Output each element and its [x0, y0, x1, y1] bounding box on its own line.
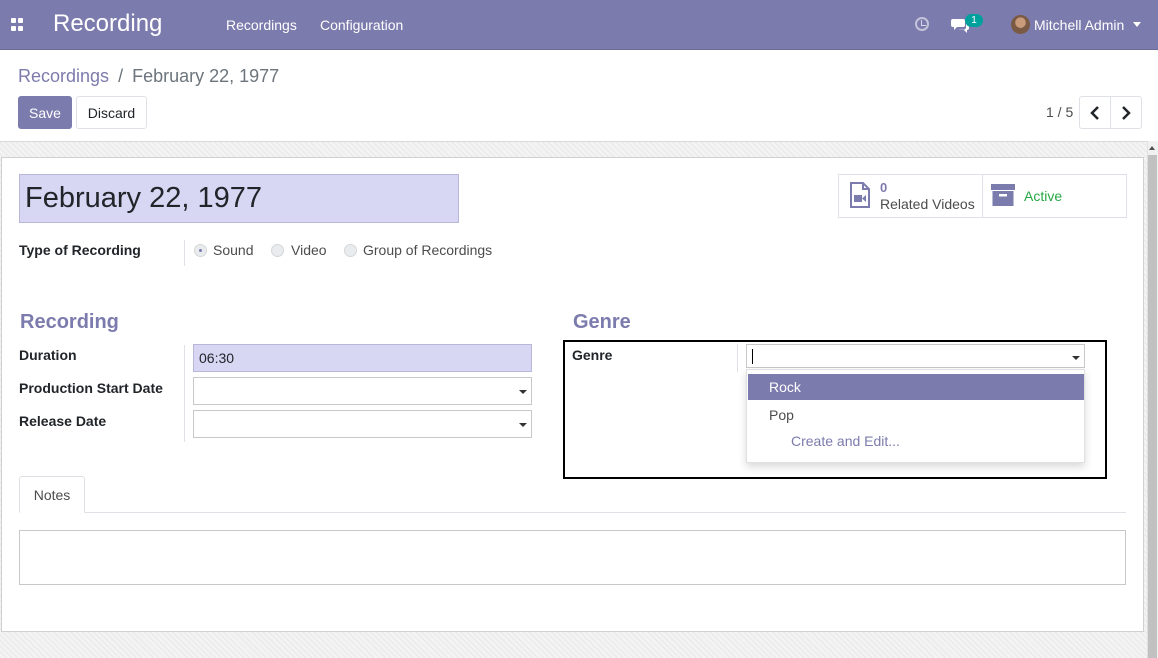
production-start-date-input[interactable]	[193, 377, 532, 405]
recording-section-title: Recording	[20, 311, 119, 333]
pager-next-button[interactable]	[1110, 96, 1142, 129]
text-cursor	[752, 349, 753, 364]
breadcrumb: Recordings / February 22, 1977	[18, 66, 279, 87]
smart-buttons-divider	[982, 174, 983, 218]
genre-caret-icon[interactable]	[1072, 356, 1080, 360]
field-separator	[737, 344, 738, 372]
scroll-up-icon[interactable]	[1149, 146, 1155, 150]
related-videos-count[interactable]: 0	[880, 180, 887, 195]
dropdown-option-pop[interactable]: Pop	[748, 402, 1084, 428]
user-menu-caret-icon[interactable]	[1133, 22, 1141, 27]
active-toggle-label[interactable]: Active	[1024, 188, 1062, 204]
menu-configuration[interactable]: Configuration	[320, 17, 403, 33]
dropdown-option-rock[interactable]: Rock	[748, 374, 1084, 400]
save-button[interactable]: Save	[18, 96, 72, 129]
genre-input[interactable]	[746, 344, 1085, 368]
menu-recordings[interactable]: Recordings	[226, 17, 297, 33]
chevron-left-icon	[1090, 105, 1099, 120]
production-start-date-label: Production Start Date	[19, 380, 163, 396]
discard-button[interactable]: Discard	[76, 96, 147, 129]
notes-editor[interactable]	[19, 530, 1126, 585]
duration-label: Duration	[19, 347, 77, 363]
genre-section-title: Genre	[573, 311, 631, 333]
field-separator	[184, 345, 185, 442]
type-of-recording-label: Type of Recording	[19, 242, 141, 258]
archive-icon[interactable]	[991, 184, 1015, 206]
top-navbar: Recording Recordings Configuration 1 Mit…	[0, 0, 1158, 50]
breadcrumb-parent[interactable]: Recordings	[18, 66, 109, 86]
genre-label: Genre	[572, 347, 613, 363]
release-date-label: Release Date	[19, 413, 107, 429]
apps-menu-icon[interactable]	[11, 18, 24, 31]
scrollbar-thumb[interactable]	[1148, 155, 1157, 658]
breadcrumb-current: February 22, 1977	[132, 66, 280, 86]
create-and-edit-option[interactable]: Create and Edit...	[791, 433, 900, 449]
activity-clock-icon[interactable]	[915, 17, 929, 31]
radio-group-of-recordings[interactable]	[344, 244, 357, 257]
pager-value[interactable]: 1 / 5	[1046, 104, 1073, 120]
pager-previous-button[interactable]	[1079, 96, 1111, 129]
tab-notes[interactable]: Notes	[19, 476, 85, 513]
breadcrumb-separator: /	[118, 66, 124, 86]
radio-sound[interactable]	[194, 244, 207, 257]
radio-group-of-recordings-label[interactable]: Group of Recordings	[363, 242, 492, 258]
production-date-caret-icon[interactable]	[519, 390, 527, 394]
radio-video[interactable]	[271, 244, 284, 257]
chevron-right-icon	[1122, 105, 1131, 120]
app-brand[interactable]: Recording	[53, 10, 162, 38]
release-date-caret-icon[interactable]	[519, 423, 527, 427]
user-avatar[interactable]	[1011, 15, 1030, 34]
duration-input[interactable]	[193, 344, 532, 372]
radio-video-label[interactable]: Video	[291, 242, 327, 258]
field-separator	[184, 240, 185, 266]
video-file-icon[interactable]	[849, 182, 871, 209]
release-date-input[interactable]	[193, 410, 532, 438]
chat-badge: 1	[965, 14, 983, 27]
record-title-input[interactable]	[19, 174, 459, 223]
tabs-underline	[85, 512, 1126, 513]
related-videos-label[interactable]: Related Videos	[880, 196, 975, 212]
user-name[interactable]: Mitchell Admin	[1034, 17, 1124, 33]
radio-sound-label[interactable]: Sound	[213, 242, 253, 258]
